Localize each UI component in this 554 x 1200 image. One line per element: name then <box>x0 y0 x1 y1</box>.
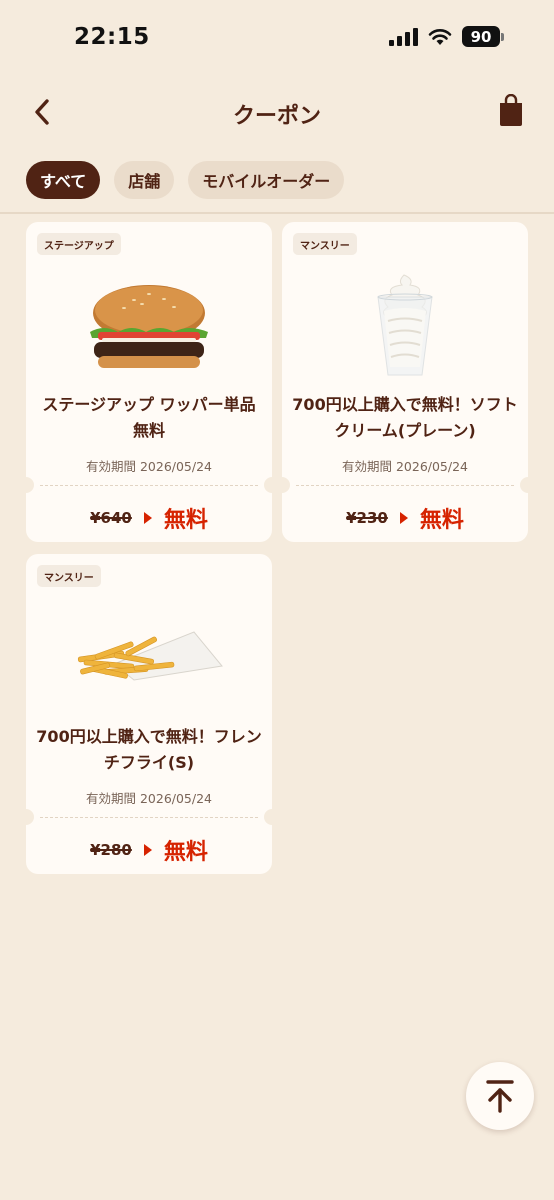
original-price: ¥230 <box>346 509 388 527</box>
filter-tabs: すべて 店舗 モバイルオーダー <box>26 161 345 199</box>
coupon-price: ¥640 無料 <box>26 502 272 534</box>
coupon-separator <box>40 817 258 818</box>
original-price: ¥280 <box>90 841 132 859</box>
arrow-right-icon <box>143 844 152 856</box>
status-icons: 90 <box>389 26 504 47</box>
coupon-card-soft-cream[interactable]: マンスリー 700円以上購入で無料！ソフトクリーム(プレーン) 有効期間 202… <box>282 222 528 542</box>
coupon-title: 700円以上購入で無料！ソフトクリーム(プレーン) <box>292 395 518 440</box>
coupon-expiry: 有効期間 2026/05/24 <box>341 459 469 474</box>
scroll-to-top-button[interactable] <box>466 1062 534 1130</box>
coupon-expiry: 有効期間 2026/05/24 <box>85 459 213 474</box>
discount-price: 無料 <box>419 508 464 533</box>
coupon-title: 700円以上購入で無料！フレンチフライ(S) <box>36 727 262 772</box>
arrow-right-icon <box>143 512 152 524</box>
coupon-price: ¥280 無料 <box>26 834 272 866</box>
original-price: ¥640 <box>90 509 132 527</box>
arrow-up-to-top-icon <box>486 1080 514 1113</box>
tab-store[interactable]: 店舗 <box>114 161 175 199</box>
coupon-badge: ステージアップ <box>37 233 121 255</box>
tab-mobile-order[interactable]: モバイルオーダー <box>188 161 345 199</box>
arrow-right-icon <box>399 512 408 524</box>
page-title: クーポン <box>232 104 321 129</box>
coupon-badge: マンスリー <box>293 233 357 255</box>
coupon-separator <box>40 485 258 486</box>
coupon-card-fries[interactable]: マンスリー 700円以上購入で無料！フレンチフライ(S) 有効期間 2026/0… <box>26 554 272 874</box>
french-fries-image <box>26 598 272 718</box>
coupon-title: ステージアップ ワッパー単品無料 <box>42 395 256 440</box>
coupon-price: ¥230 無料 <box>282 502 528 534</box>
shopping-bag-icon <box>500 93 522 126</box>
soft-cream-image <box>282 266 528 386</box>
coupon-badge: マンスリー <box>37 565 101 587</box>
cellular-signal-icon <box>389 27 418 46</box>
tab-all[interactable]: すべて <box>26 161 101 199</box>
wifi-icon <box>428 28 452 45</box>
discount-price: 無料 <box>163 840 208 865</box>
status-time: 22:15 <box>74 24 150 50</box>
battery-level: 90 <box>462 26 500 47</box>
whopper-burger-image <box>26 266 272 386</box>
discount-price: 無料 <box>163 508 208 533</box>
battery-icon: 90 <box>462 26 504 47</box>
coupon-card-whopper[interactable]: ステージアップ ステージアップ ワッパー単品無料 有効期間 2026/05/24… <box>26 222 272 542</box>
header: クーポン <box>0 80 554 144</box>
coupon-expiry: 有効期間 2026/05/24 <box>85 791 213 806</box>
divider <box>0 212 554 214</box>
coupon-separator <box>296 485 514 486</box>
status-bar: 22:15 90 <box>0 0 554 76</box>
cart-button[interactable] <box>498 93 528 130</box>
